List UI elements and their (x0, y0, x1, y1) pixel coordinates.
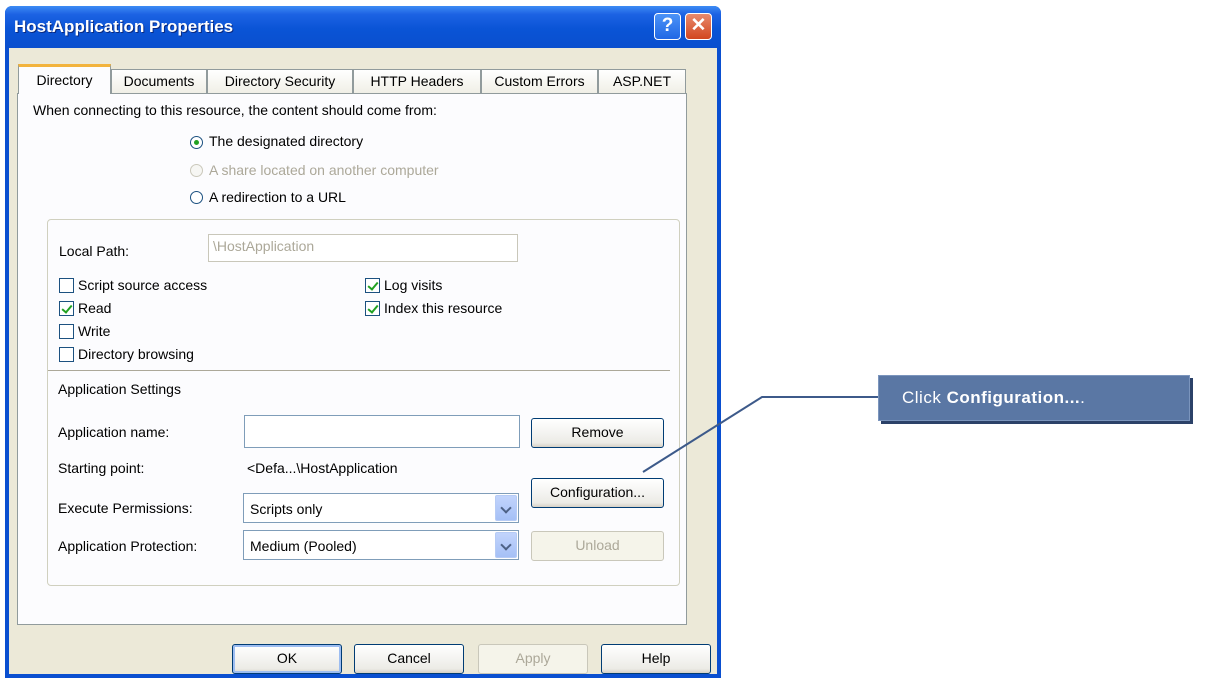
share-other-computer-label: A share located on another computer (209, 162, 439, 178)
tab-asp-net[interactable]: ASP.NET (598, 69, 686, 93)
settings-separator (48, 370, 670, 371)
application-protection-select[interactable]: Medium (Pooled) (243, 530, 519, 560)
directory-tab-panel: When connecting to this resource, the co… (17, 93, 687, 625)
tab-directory-security[interactable]: Directory Security (207, 69, 353, 93)
log-visits-checkbox[interactable] (365, 278, 380, 293)
execute-permissions-select[interactable]: Scripts only (243, 493, 519, 523)
designated-directory-label[interactable]: The designated directory (209, 133, 363, 149)
chevron-down-icon[interactable] (495, 532, 517, 558)
instruction-callout: Click Configuration.... (878, 375, 1190, 421)
callout-text: Click Configuration.... (902, 388, 1086, 407)
content-source-prompt: When connecting to this resource, the co… (33, 102, 437, 118)
help-button[interactable]: Help (601, 644, 711, 674)
write-label[interactable]: Write (78, 323, 110, 339)
window-title: HostApplication Properties (14, 17, 234, 36)
apply-button: Apply (478, 644, 588, 674)
tab-custom-errors[interactable]: Custom Errors (481, 69, 598, 93)
remove-button[interactable]: Remove (531, 418, 664, 448)
script-source-access-label[interactable]: Script source access (78, 277, 207, 293)
execute-permissions-label: Execute Permissions: (58, 500, 193, 516)
redirection-url-label[interactable]: A redirection to a URL (209, 189, 346, 205)
application-name-label: Application name: (58, 424, 170, 440)
read-checkbox[interactable] (59, 301, 74, 316)
application-settings-heading: Application Settings (58, 381, 181, 397)
application-protection-value: Medium (Pooled) (250, 538, 357, 554)
local-path-field: \HostApplication (208, 234, 518, 262)
directory-browsing-checkbox[interactable] (59, 347, 74, 362)
radio-redirection-url[interactable] (190, 191, 203, 204)
log-visits-label[interactable]: Log visits (384, 277, 442, 293)
write-checkbox[interactable] (59, 324, 74, 339)
cancel-button[interactable]: Cancel (354, 644, 464, 674)
read-label[interactable]: Read (78, 300, 111, 316)
help-icon[interactable]: ? (654, 13, 681, 40)
index-resource-checkbox[interactable] (365, 301, 380, 316)
starting-point-value: <Defa...\HostApplication (247, 460, 398, 476)
script-source-access-checkbox[interactable] (59, 278, 74, 293)
ok-button[interactable]: OK (232, 644, 342, 674)
unload-button: Unload (531, 531, 664, 561)
radio-designated-directory[interactable] (190, 136, 203, 149)
close-icon[interactable]: ✕ (685, 13, 712, 40)
local-path-label: Local Path: (59, 243, 130, 259)
configuration-button[interactable]: Configuration... (531, 478, 664, 508)
execute-permissions-value: Scripts only (250, 501, 323, 517)
properties-window: HostApplication Properties ? ✕ Directory… (5, 6, 721, 678)
dialog-client-area: Directory Documents Directory Security H… (9, 48, 717, 674)
radio-share-other-computer (190, 164, 203, 177)
tab-documents[interactable]: Documents (111, 69, 207, 93)
starting-point-label: Starting point: (58, 460, 145, 476)
directory-browsing-label[interactable]: Directory browsing (78, 346, 194, 362)
index-resource-label[interactable]: Index this resource (384, 300, 502, 316)
chevron-down-icon[interactable] (495, 495, 517, 521)
application-protection-label: Application Protection: (58, 538, 198, 554)
application-name-input[interactable] (244, 415, 520, 448)
tab-http-headers[interactable]: HTTP Headers (353, 69, 481, 93)
title-bar[interactable]: HostApplication Properties ? ✕ (5, 6, 721, 48)
tab-directory[interactable]: Directory (18, 64, 111, 94)
